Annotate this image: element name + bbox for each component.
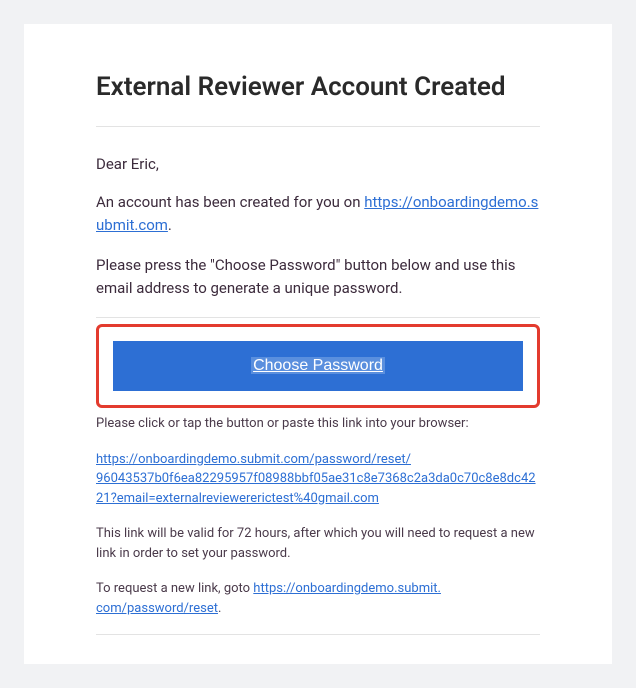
intro-prefix: An account has been created for you on [96,193,364,211]
email-card: External Reviewer Account Created Dear E… [24,24,612,664]
alt-instruction: Please click or tap the button or paste … [96,414,540,434]
validity-text: This link will be valid for 72 hours, af… [96,524,540,563]
divider-top [96,126,540,127]
greeting-text: Dear Eric, [96,155,540,173]
request-new-suffix: . [218,601,221,616]
reset-link-block: https://onboardingdemo.submit.com/passwo… [96,450,540,509]
instruction-paragraph: Please press the "Choose Password" butto… [96,254,540,299]
request-new-block: To request a new link, goto https://onbo… [96,579,540,618]
page-title: External Reviewer Account Created [96,72,540,102]
divider-bottom [96,634,540,635]
choose-password-label: Choose Password [251,357,385,374]
highlight-box: Choose Password [96,324,540,408]
choose-password-button[interactable]: Choose Password [113,341,523,391]
request-new-prefix: To request a new link, goto [96,581,253,596]
intro-suffix: . [168,216,172,234]
reset-link[interactable]: https://onboardingdemo.submit.com/passwo… [96,452,536,506]
intro-paragraph: An account has been created for you on h… [96,191,540,236]
divider-mid [96,317,540,318]
